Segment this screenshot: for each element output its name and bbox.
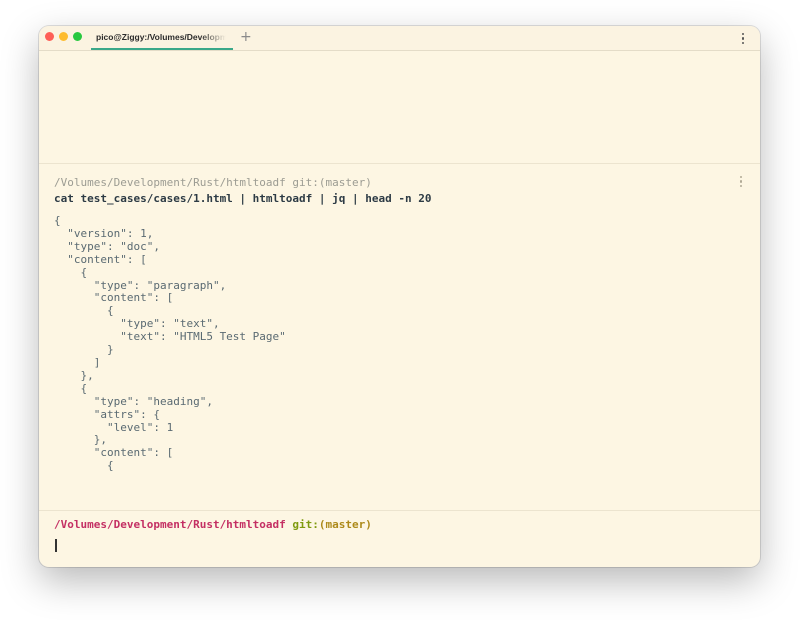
prompt-git-label: git: [292, 518, 319, 531]
terminal-window: pico@Ziggy:/Volumes/Development/Rust/htm… [39, 26, 760, 567]
prompt-path: /Volumes/Development/Rust/htmltoadf [54, 518, 286, 531]
block-header: /Volumes/Development/Rust/htmltoadf git:… [54, 176, 372, 189]
prompt-line: /Volumes/Development/Rust/htmltoadf git:… [54, 518, 372, 532]
title-bar: pico@Ziggy:/Volumes/Development/Rust/htm… [39, 26, 760, 51]
text-cursor [55, 539, 57, 552]
minimize-icon[interactable] [59, 32, 68, 41]
block-output: { "version": 1, "type": "doc", "content"… [54, 214, 286, 473]
new-tab-button[interactable]: + [240, 29, 252, 45]
window-menu-icon[interactable] [742, 33, 746, 46]
block-command: cat test_cases/cases/1.html | htmltoadf … [54, 192, 432, 205]
block-menu-icon[interactable] [740, 176, 744, 189]
zoom-icon[interactable] [73, 32, 82, 41]
prompt-input-area[interactable]: /Volumes/Development/Rust/htmltoadf git:… [39, 510, 760, 567]
prompt-branch: (master) [318, 518, 372, 531]
tab-active[interactable]: pico@Ziggy:/Volumes/Development/Rust/htm… [91, 26, 233, 50]
tab-title: pico@Ziggy:/Volumes/Development/Rust/htm… [96, 32, 226, 42]
close-icon[interactable] [45, 32, 54, 41]
blank-pane [39, 51, 760, 164]
